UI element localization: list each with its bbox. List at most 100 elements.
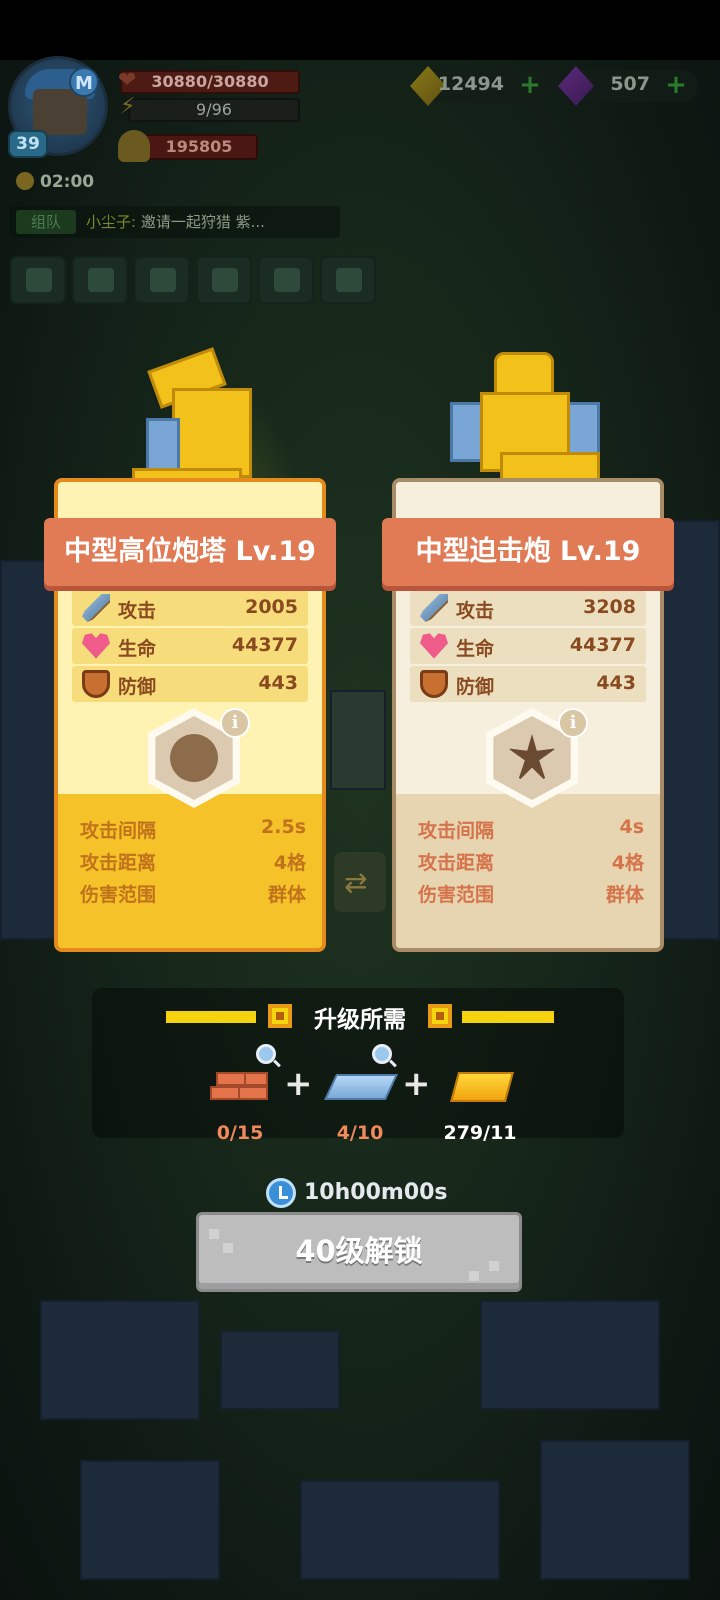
material-count: 279/11	[443, 1122, 517, 1144]
attr-label: 攻击间隔	[418, 820, 495, 842]
attr-label: 攻击距离	[418, 852, 495, 874]
clock-icon	[266, 1178, 296, 1208]
stat-row-health: 生命 44377	[72, 628, 308, 664]
attr-row-interval: 攻击间隔 4s	[418, 814, 644, 846]
sword-icon	[420, 594, 448, 622]
attr-value: 4s	[619, 816, 644, 838]
info-icon[interactable]: i	[558, 708, 588, 738]
stat-value: 443	[596, 672, 636, 694]
attr-value: 4格	[273, 852, 306, 874]
stat-list: 攻击 2005 生命 44377 防御 443	[72, 590, 308, 704]
stat-row-defense: 防御 443	[410, 666, 646, 702]
lightning-icon: ⚡	[120, 94, 136, 119]
shield-icon	[82, 670, 110, 698]
hud-shortcut-bar	[10, 256, 376, 304]
timer-value: 02:00	[40, 172, 95, 192]
gold-amount: 12494	[437, 73, 504, 95]
duration-value: 10h00m00s	[304, 1180, 448, 1205]
attribute-list: 攻击间隔 2.5s 攻击距离 4格 伤害范围 群体	[80, 814, 306, 910]
friends-icon[interactable]	[134, 256, 190, 304]
background-tower	[330, 690, 386, 790]
event-timer: 02:00	[16, 172, 94, 192]
plus-icon: +	[284, 1064, 313, 1104]
fullscreen-icon[interactable]	[10, 256, 66, 304]
stat-row-attack: 攻击 3208	[410, 590, 646, 626]
wall-block	[0, 560, 60, 940]
status-bar-area	[0, 0, 720, 60]
mail-icon[interactable]	[72, 256, 128, 304]
energy-value: 9/96	[196, 100, 232, 119]
stat-label: 攻击	[118, 600, 157, 622]
gold-bar-material[interactable]	[448, 1062, 518, 1112]
card-title-banner: 中型迫击炮 Lv.19	[382, 518, 674, 586]
attr-label: 攻击间隔	[80, 820, 157, 842]
player-level-badge: 39	[8, 130, 48, 158]
energy-bar: 9/96	[128, 98, 300, 122]
heart-icon: ❤	[118, 68, 137, 93]
stat-label: 防御	[118, 676, 157, 698]
heart-icon	[82, 633, 110, 659]
stat-row-health: 生命 44377	[410, 628, 646, 664]
chat-icon[interactable]	[196, 256, 252, 304]
stat-list: 攻击 3208 生命 44377 防御 443	[410, 590, 646, 704]
attr-row-range: 攻击距离 4格	[418, 846, 644, 878]
add-gold-button[interactable]: +	[518, 72, 542, 98]
brick-material[interactable]	[206, 1044, 276, 1112]
attr-label: 伤害范围	[80, 884, 157, 906]
chat-message: 小尘子: 邀请一起狩猎 紫...	[86, 211, 265, 232]
heart-icon	[420, 633, 448, 659]
steel-plate-material[interactable]	[323, 1044, 399, 1112]
attr-row-area: 伤害范围 群体	[80, 878, 306, 910]
wall-block	[80, 1460, 220, 1580]
shield-icon	[420, 670, 448, 698]
material-count: 4/10	[336, 1122, 384, 1144]
hp-bar: 30880/30880	[120, 70, 300, 94]
chat-sender: 小尘子:	[86, 213, 137, 231]
gem-amount: 507	[610, 73, 650, 95]
avatar-m-badge: M	[69, 67, 99, 97]
stat-value: 44377	[231, 634, 298, 656]
chat-channel-tag: 组队	[16, 210, 76, 234]
stat-row-attack: 攻击 2005	[72, 590, 308, 626]
stat-label: 生命	[118, 638, 157, 660]
swap-arrows-icon: ⇄	[334, 852, 386, 912]
chat-ticker[interactable]: 组队 小尘子: 邀请一起狩猎 紫...	[10, 206, 340, 238]
attr-value: 2.5s	[261, 816, 306, 838]
add-gems-button[interactable]: +	[664, 72, 688, 98]
sword-icon	[82, 594, 110, 622]
stat-value: 3208	[583, 596, 636, 618]
stat-value: 44377	[569, 634, 636, 656]
skill-badge[interactable]: i	[482, 708, 588, 808]
attr-row-area: 伤害范围 群体	[418, 878, 644, 910]
magnifier-icon[interactable]	[372, 1044, 392, 1064]
attr-value: 群体	[605, 884, 644, 906]
map-icon[interactable]	[258, 256, 314, 304]
wall-block	[220, 1330, 340, 1410]
unlock-button[interactable]: 40级解锁	[196, 1212, 522, 1292]
upgrade-requirements-title: 升级所需	[314, 1007, 406, 1033]
wall-block	[40, 1300, 200, 1420]
stat-label: 生命	[456, 638, 495, 660]
stat-label: 攻击	[456, 600, 495, 622]
magnifier-icon[interactable]	[256, 1044, 276, 1064]
attr-label: 伤害范围	[418, 884, 495, 906]
skill-badge[interactable]: i	[144, 708, 250, 808]
gem-currency: 507 +	[558, 66, 698, 106]
stat-value: 443	[258, 672, 298, 694]
info-icon[interactable]: i	[220, 708, 250, 738]
fist-icon	[118, 130, 150, 162]
gold-currency: 12494 +	[410, 66, 552, 106]
plus-icon: +	[402, 1064, 431, 1104]
attr-value: 4格	[611, 852, 644, 874]
wall-block	[300, 1480, 500, 1580]
material-count: 0/15	[216, 1122, 264, 1144]
attr-label: 攻击距离	[80, 852, 157, 874]
attr-row-interval: 攻击间隔 2.5s	[80, 814, 306, 846]
power-value: 195805	[165, 137, 233, 156]
stat-value: 2005	[245, 596, 298, 618]
attr-value: 群体	[267, 884, 306, 906]
hp-value: 30880/30880	[151, 72, 269, 91]
task-board-icon[interactable]	[320, 256, 376, 304]
stat-row-defense: 防御 443	[72, 666, 308, 702]
spike-blast-icon	[170, 734, 218, 782]
